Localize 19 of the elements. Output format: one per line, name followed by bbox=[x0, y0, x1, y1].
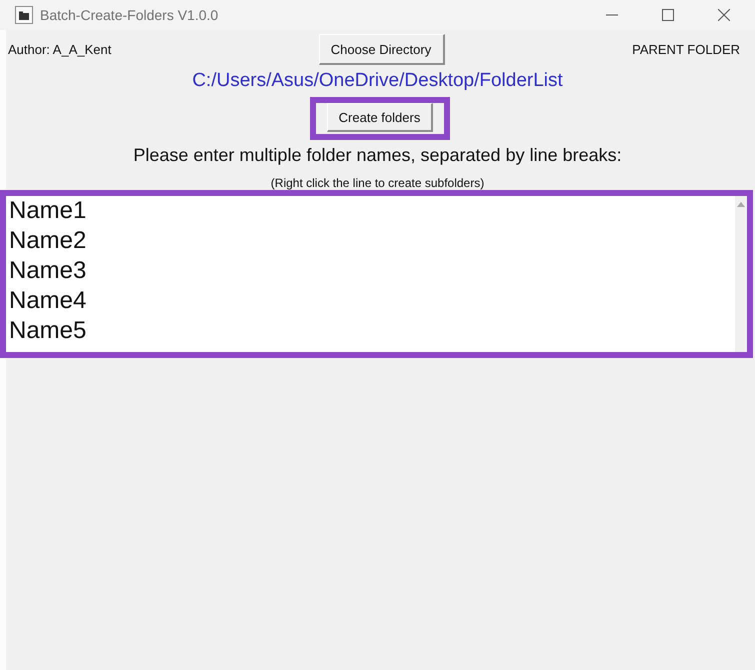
scrollbar[interactable] bbox=[735, 196, 747, 352]
folder-name-text: Name5 bbox=[9, 316, 86, 346]
close-icon bbox=[718, 9, 730, 21]
folder-name-text: Name1 bbox=[9, 196, 86, 226]
folder-name-text: Name2 bbox=[9, 226, 86, 256]
folder-name-text: Name4 bbox=[9, 286, 86, 316]
create-folders-button[interactable]: Create folders bbox=[327, 103, 433, 132]
scroll-up-arrow-icon[interactable] bbox=[737, 202, 745, 207]
parent-folder-label: PARENT FOLDER bbox=[632, 42, 740, 57]
author-label: Author: A_A_Kent bbox=[8, 42, 112, 57]
window-title: Batch-Create-Folders V1.0.0 bbox=[40, 7, 218, 23]
hint-text: (Right click the line to create subfolders) bbox=[270, 176, 486, 190]
app-icon bbox=[15, 6, 33, 24]
folder-name-text: Name3 bbox=[9, 256, 86, 286]
choose-directory-button[interactable]: Choose Directory bbox=[318, 34, 444, 65]
instructions-text: Please enter multiple folder names, separated by line breaks: bbox=[132, 144, 623, 166]
directory-path-text: C:/Users/Asus/OneDrive/Desktop/FolderList bbox=[191, 70, 564, 92]
folder-names-field[interactable]: Name1 Name2 Name3 Name4 Name5 bbox=[6, 196, 747, 352]
maximize-icon bbox=[662, 9, 674, 21]
